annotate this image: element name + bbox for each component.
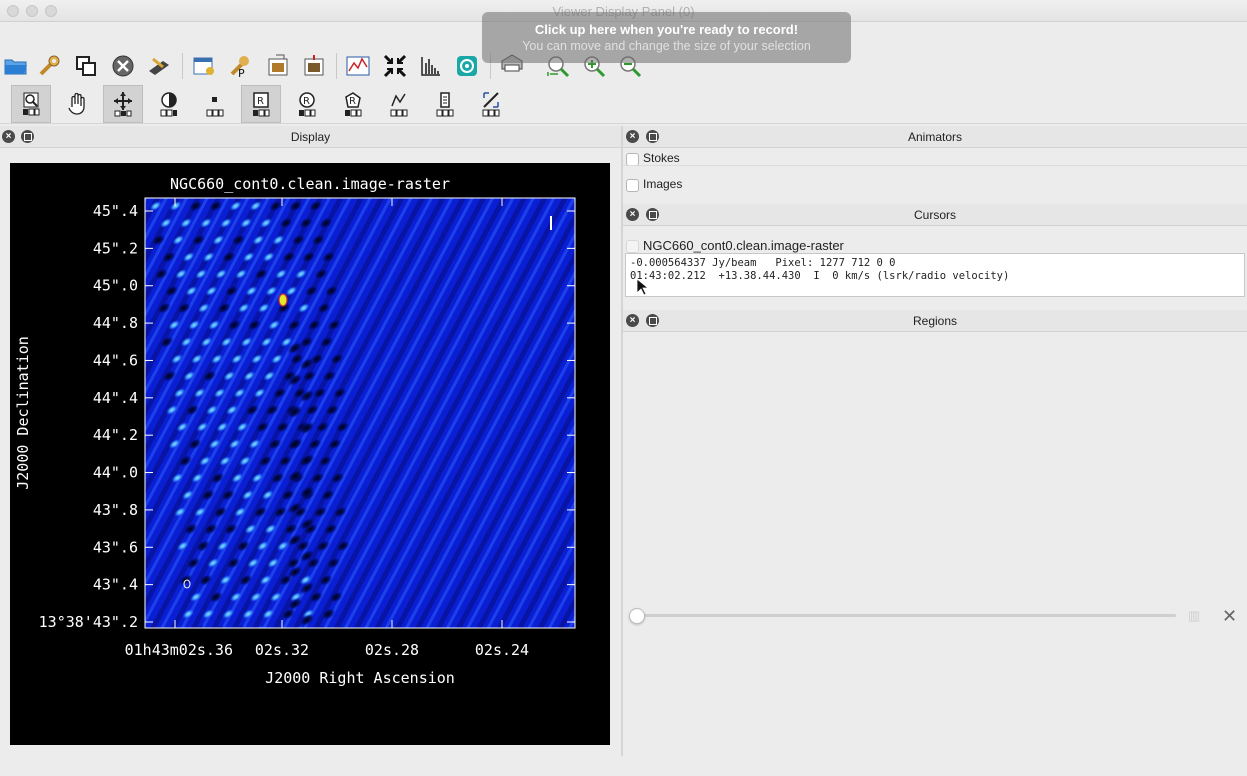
copy-icon[interactable]	[73, 53, 99, 79]
stokes-label: Stokes	[643, 151, 680, 165]
polygon-region-icon: R	[345, 92, 362, 117]
open-icon[interactable]	[3, 53, 29, 79]
polyline-region-icon	[390, 93, 408, 117]
x-tick-label: 01h43m02s.36	[125, 641, 233, 659]
profile-icon[interactable]	[345, 53, 371, 79]
mouse-tools-toolbar: R R R	[0, 84, 1247, 124]
x-tick-label: 02s.32	[255, 641, 309, 659]
histogram-icon[interactable]	[418, 53, 444, 79]
svg-text:R: R	[349, 96, 356, 107]
x-tick-labels: 01h43m02s.36 02s.32 02s.28 02s.24	[125, 641, 529, 659]
adjust-icon[interactable]	[191, 53, 217, 79]
ruler-tool-icon	[482, 92, 500, 117]
polygon-region-button[interactable]: R	[333, 85, 373, 123]
point-tool-button[interactable]	[195, 85, 235, 123]
record-overlay-title: Click up here when you're ready to recor…	[534, 22, 799, 37]
display-panel-title: Display	[290, 130, 331, 144]
pan-tool-button[interactable]	[57, 85, 97, 123]
polyline-region-button[interactable]	[379, 85, 419, 123]
contrast-tool-icon	[160, 92, 177, 117]
fit-icon[interactable]	[382, 53, 408, 79]
image-save-icon[interactable]	[301, 53, 327, 79]
record-overlay-hint: You can move and change the size of your…	[522, 39, 811, 53]
close-data-icon[interactable]	[110, 53, 136, 79]
image-display-canvas[interactable]: NGC660_cont0.clean.image-raster J2000 De…	[10, 163, 610, 745]
display-panel-header: × Display	[0, 126, 621, 148]
y-tick-label: 44".4	[93, 389, 138, 407]
y-tick-label: 45".2	[93, 239, 138, 257]
x-tick-label: 02s.24	[475, 641, 529, 659]
regions-header: × Regions	[623, 310, 1247, 332]
cursor-readout: -0.000564337 Jy/beam Pixel: 1277 712 0 0…	[625, 253, 1245, 297]
image-title: NGC660_cont0.clean.image-raster	[170, 175, 450, 193]
contrast-tool-button[interactable]	[149, 85, 189, 123]
position-tool-button[interactable]	[425, 85, 465, 123]
y-axis-label: J2000 Declination	[14, 336, 32, 490]
save-icon[interactable]	[146, 53, 172, 79]
svg-text:R: R	[303, 96, 310, 107]
print-options-icon[interactable]: P	[227, 53, 253, 79]
image-raster	[145, 198, 575, 628]
ellipse-region-icon: R	[299, 92, 316, 117]
zoom-tool-button[interactable]	[11, 85, 51, 123]
y-tick-label: 45".4	[93, 202, 138, 220]
images-checkbox[interactable]	[626, 179, 639, 192]
y-tick-label: 44".6	[93, 351, 138, 369]
y-tick-label: 44".0	[93, 464, 138, 482]
wrench-icon[interactable]	[37, 53, 63, 79]
region-slider-track[interactable]	[636, 614, 1176, 617]
regions-title: Regions	[912, 314, 958, 328]
x-tick-label: 02s.28	[365, 641, 419, 659]
cursor-marker	[550, 216, 552, 230]
y-tick-label: 45".0	[93, 277, 138, 295]
viewer-app: Viewer Display Panel (0) P	[0, 0, 1247, 776]
trash-icon[interactable]: ▥	[1188, 608, 1200, 624]
zoom-tool-icon	[23, 92, 40, 116]
y-tick-label: 44".8	[93, 314, 138, 332]
circle-target-icon[interactable]	[454, 53, 480, 79]
move-tool-icon	[114, 92, 132, 117]
record-overlay[interactable]: Click up here when you're ready to recor…	[482, 12, 851, 63]
close-icon[interactable]: ✕	[1222, 606, 1237, 627]
rectangle-region-button[interactable]: R	[241, 85, 281, 123]
pan-tool-icon	[68, 92, 85, 115]
cursors-header: × Cursors	[623, 204, 1247, 226]
animators-title: Animators	[907, 130, 963, 144]
animators-header: × Animators	[623, 126, 1247, 148]
rectangle-region-icon: R	[253, 92, 270, 117]
ellipse-region-button[interactable]: R	[287, 85, 327, 123]
y-tick-labels: 45".4 45".2 45".0 44".8 44".6 44".4 44".2 44".0…	[39, 202, 138, 631]
images-label: Images	[643, 177, 683, 191]
y-tick-label: 43".4	[93, 576, 138, 594]
y-tick-label: 13°38'43".2	[39, 613, 138, 631]
cursor-position-line: 01:43:02.212 +13.38.44.430 I 0 km/s (lsr…	[630, 270, 1010, 282]
ruler-tool-button[interactable]	[471, 85, 511, 123]
cursors-title: Cursors	[913, 208, 956, 222]
svg-text:R: R	[257, 96, 264, 107]
y-tick-label: 43".6	[93, 538, 138, 556]
svg-text:P: P	[238, 67, 245, 78]
move-tool-button[interactable]	[103, 85, 143, 123]
cursor-image-name: NGC660_cont0.clean.image-raster	[643, 238, 844, 253]
x-axis-label: J2000 Right Ascension	[265, 669, 455, 687]
mouse-pointer-icon	[636, 278, 648, 296]
region-slider-thumb[interactable]	[629, 608, 645, 624]
point-tool-icon	[206, 97, 224, 117]
sky-image-plot[interactable]: NGC660_cont0.clean.image-raster J2000 De…	[10, 163, 610, 745]
source-marker	[278, 293, 288, 307]
cursor-value-line: -0.000564337 Jy/beam Pixel: 1277 712 0 0	[630, 257, 896, 269]
y-tick-label: 43".8	[93, 501, 138, 519]
image-export-icon[interactable]	[265, 53, 291, 79]
y-tick-label: 44".2	[93, 426, 138, 444]
cursor-image-checkbox[interactable]	[626, 240, 639, 253]
position-tool-icon	[436, 92, 454, 117]
